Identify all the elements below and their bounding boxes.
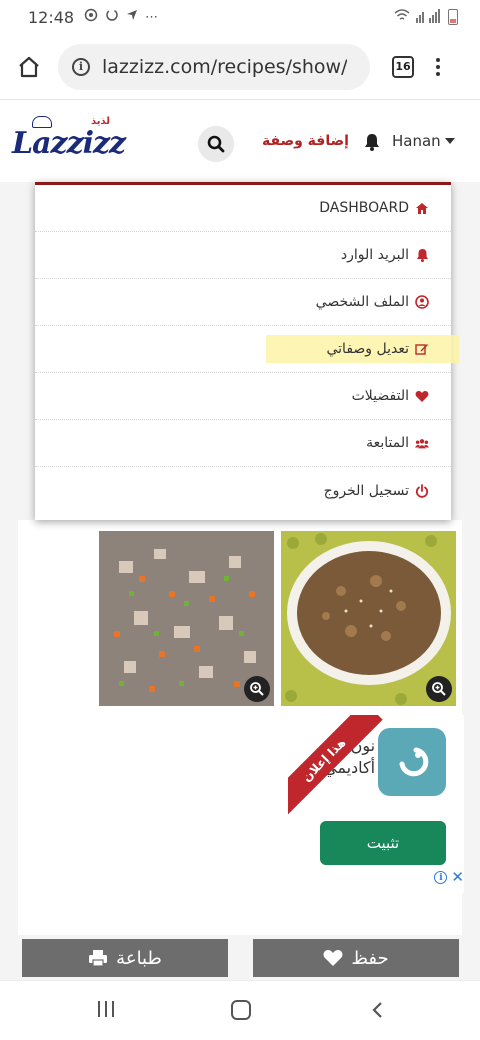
site-info-icon[interactable]: i xyxy=(72,57,90,76)
edit-icon xyxy=(415,342,429,356)
more-icon: ⋯ xyxy=(145,9,159,25)
menu-item-edit-recipes[interactable]: تعديل وصفاتي xyxy=(35,326,459,373)
location-icon xyxy=(126,9,138,25)
ad-info-icon[interactable]: i xyxy=(434,871,448,884)
recipe-photo-ingredients[interactable] xyxy=(99,531,274,706)
menu-item-dashboard[interactable]: DASHBOARD xyxy=(35,185,451,232)
user-dropdown-menu: DASHBOARD البريد الوارد الملف الشخصي تعد… xyxy=(35,182,459,520)
printer-icon xyxy=(89,950,108,967)
search-button[interactable] xyxy=(198,126,234,162)
heart-icon xyxy=(323,950,343,966)
recents-icon[interactable] xyxy=(98,1001,114,1017)
site-header: لذيذ Lazzizz إضافة وصفة Hanan xyxy=(0,100,480,182)
home-icon xyxy=(415,201,429,215)
zoom-in-icon[interactable] xyxy=(426,676,452,702)
heart-icon xyxy=(415,389,429,403)
user-menu-toggle[interactable]: Hanan xyxy=(392,132,455,150)
power-icon xyxy=(415,483,429,498)
site-logo[interactable]: لذيذ Lazzizz xyxy=(12,116,126,161)
menu-item-profile[interactable]: الملف الشخصي xyxy=(35,279,451,326)
install-button[interactable]: تثبيت xyxy=(320,821,446,865)
search-icon xyxy=(207,135,225,153)
url-text[interactable]: lazzizz.com/recipes/show/ xyxy=(102,56,347,78)
recipe-content: نون أكاديمي هذا إعلان تثبيت i ✕ xyxy=(18,520,464,935)
battery-icon xyxy=(448,9,458,25)
add-recipe-link[interactable]: إضافة وصفة xyxy=(262,133,349,149)
ad-banner[interactable]: نون أكاديمي هذا إعلان تثبيت i ✕ xyxy=(288,715,464,893)
notifications-bell-icon[interactable] xyxy=(364,133,380,151)
browser-toolbar: i lazzizz.com/recipes/show/ 16 xyxy=(0,34,480,100)
status-time: 12:48 xyxy=(28,7,75,27)
menu-item-following[interactable]: المتابعة xyxy=(35,420,451,467)
menu-item-favorites[interactable]: التفضيلات xyxy=(35,373,451,420)
username: Hanan xyxy=(392,132,441,150)
status-bar: 12:48 ⋯ xyxy=(0,0,480,34)
ad-close-icon[interactable]: ✕ xyxy=(451,870,464,885)
menu-item-logout[interactable]: تسجيل الخروج xyxy=(35,467,451,514)
browser-menu-icon[interactable] xyxy=(436,57,440,76)
address-bar[interactable]: i lazzizz.com/recipes/show/ xyxy=(58,43,370,90)
back-icon[interactable] xyxy=(368,1000,388,1020)
menu-item-inbox[interactable]: البريد الوارد xyxy=(35,232,451,279)
tab-switcher-button[interactable]: 16 xyxy=(392,55,414,78)
zoom-in-icon[interactable] xyxy=(244,676,270,702)
caret-down-icon xyxy=(444,138,455,144)
home-outline-icon xyxy=(19,56,39,77)
ad-choices[interactable]: i ✕ xyxy=(434,870,464,885)
recipe-photo-dish[interactable] xyxy=(281,531,456,706)
signal-icon xyxy=(416,8,442,26)
whatsapp-icon xyxy=(84,8,98,26)
users-icon xyxy=(415,436,429,450)
system-nav-bar xyxy=(0,980,480,1040)
wifi-icon xyxy=(394,9,410,25)
browser-home-button[interactable] xyxy=(14,52,44,82)
bell-icon xyxy=(415,248,429,262)
user-circle-icon xyxy=(415,295,429,309)
sync-icon xyxy=(105,8,119,26)
print-button[interactable]: طباعة xyxy=(22,939,228,977)
save-button[interactable]: حفظ xyxy=(253,939,459,977)
app-icon[interactable] xyxy=(378,728,446,796)
home-button-icon[interactable] xyxy=(231,1000,251,1020)
